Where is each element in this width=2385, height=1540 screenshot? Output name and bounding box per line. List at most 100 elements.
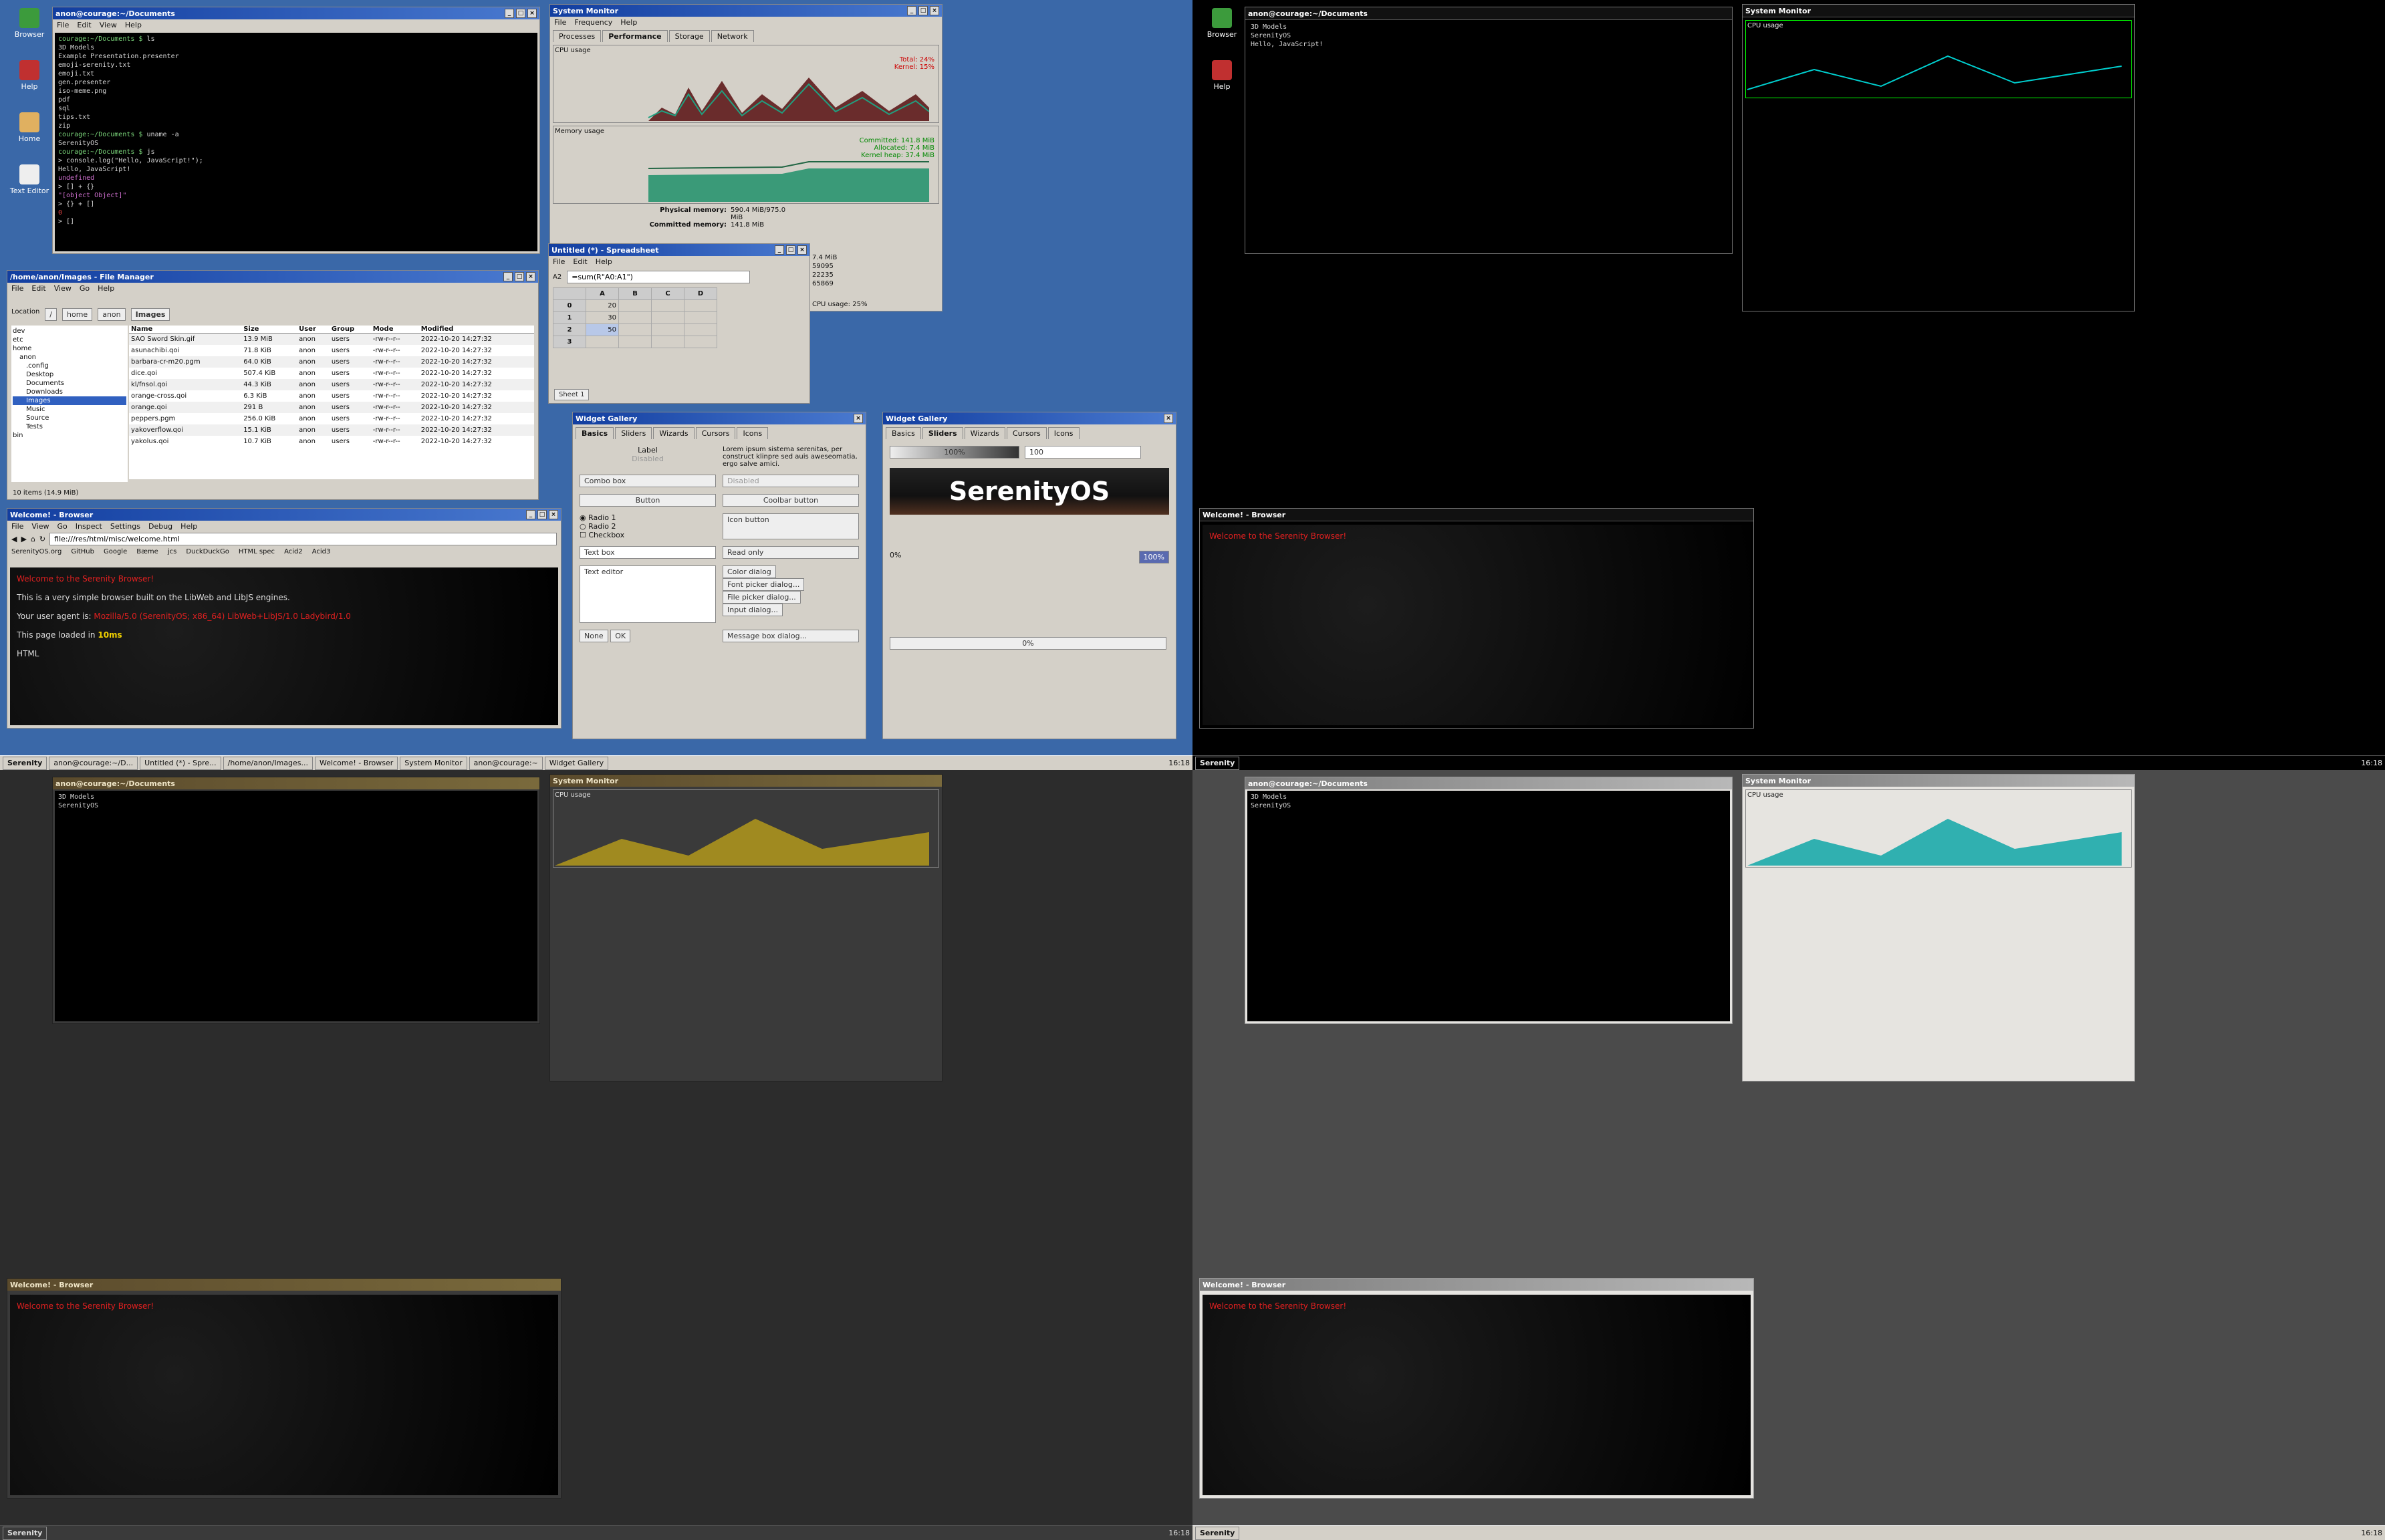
maximize-icon[interactable]: □: [918, 6, 928, 15]
file-list[interactable]: Name Size User Group Mode Modified SAO Sword …: [129, 326, 534, 479]
input-dialog-button[interactable]: Input dialog...: [723, 604, 783, 616]
radio-2[interactable]: ○ Radio 2: [580, 522, 716, 531]
formula-input[interactable]: =sum(R"A0:A1"): [567, 271, 751, 283]
web-page[interactable]: Welcome to the Serenity Browser!: [1203, 1295, 1751, 1495]
progress-bar: 100%: [890, 446, 1019, 459]
push-button[interactable]: Button: [580, 494, 716, 507]
file-picker-button[interactable]: File picker dialog...: [723, 591, 801, 604]
terminal-output[interactable]: 3D Models SerenityOS Hello, JavaScript!: [1247, 21, 1730, 251]
cpu-graph: CPU usage: [553, 789, 939, 868]
menu-help[interactable]: Help: [125, 21, 142, 29]
web-page[interactable]: Welcome to the Serenity Browser!: [1203, 525, 1751, 725]
file-row[interactable]: SAO Sword Skin.gif 13.9 MiB anon users -rw-r…: [129, 333, 534, 345]
terminal-output[interactable]: courage:~/Documents $ ls 3D Models Examp…: [55, 33, 537, 251]
bookmarks-bar: SerenityOS.org GitHub Google Bæme jcs DuckDuc…: [11, 548, 331, 555]
browser-window: Welcome! - Browser Welcome to the Sereni…: [1199, 508, 1754, 729]
menu-file[interactable]: File: [553, 257, 565, 266]
desktop-icon-browser[interactable]: Browser: [9, 8, 49, 39]
globe-icon: [1212, 8, 1232, 28]
formula-bar: A2 =sum(R"A0:A1"): [549, 267, 809, 285]
desktop-classic: Browser Help Home Text Editor anon@coura…: [0, 0, 1192, 770]
desktop-icon-home[interactable]: Home: [9, 112, 49, 143]
text-editor[interactable]: Text editor: [580, 565, 716, 623]
tab-processes[interactable]: Processes: [553, 30, 602, 42]
coolbar-button[interactable]: Coolbar button: [723, 494, 859, 507]
close-icon[interactable]: ×: [854, 414, 863, 423]
desktop-light: anon@courage:~/Documents 3D Models Sereni…: [1192, 770, 2385, 1540]
maximize-icon[interactable]: □: [516, 9, 525, 18]
menu-edit[interactable]: Edit: [573, 257, 587, 266]
spinbox[interactable]: 100: [1025, 446, 1141, 459]
msgbox-ok-select[interactable]: OK: [610, 630, 631, 642]
file-row[interactable]: dice.qoi 507.4 KiB anon users -rw-r--r-- 2022…: [129, 368, 534, 379]
menu-help[interactable]: Help: [620, 18, 637, 27]
combo-box[interactable]: Combo box: [580, 475, 716, 487]
start-button[interactable]: Serenity: [3, 756, 47, 770]
maximize-icon[interactable]: □: [537, 510, 547, 519]
terminal-titlebar[interactable]: anon@courage:~/Documents _ □ ×: [53, 7, 539, 19]
reload-icon[interactable]: ↻: [39, 535, 45, 543]
url-bar[interactable]: file:///res/html/misc/welcome.html: [49, 533, 557, 545]
menu-frequency[interactable]: Frequency: [574, 18, 612, 27]
menu-help[interactable]: Help: [596, 257, 612, 266]
location-bar: Location / home anon Images: [7, 293, 538, 324]
desktop-icon-text-editor[interactable]: Text Editor: [9, 164, 49, 195]
radio-1[interactable]: ◉ Radio 1: [580, 513, 716, 522]
menu-edit[interactable]: Edit: [77, 21, 91, 29]
close-icon[interactable]: ×: [527, 9, 537, 18]
sheet-tab[interactable]: Sheet 1: [554, 389, 590, 400]
web-page[interactable]: Welcome to the Serenity Browser! This is…: [10, 567, 558, 725]
terminal-window: anon@courage:~/Documents 3D Models Sereni…: [52, 777, 540, 1024]
icon-button[interactable]: Icon button: [723, 513, 859, 539]
spreadsheet-grid[interactable]: ABCD 0 20 1 30 2 50 3: [553, 287, 717, 348]
tab-performance[interactable]: Performance: [602, 30, 668, 42]
desktop-icon-help[interactable]: Help: [1202, 60, 1242, 91]
text-box[interactable]: Text box: [580, 546, 716, 559]
home-icon[interactable]: ⌂: [31, 535, 35, 543]
checkbox[interactable]: ☐ Checkbox: [580, 531, 716, 539]
terminal-output[interactable]: 3D Models SerenityOS: [55, 791, 537, 1021]
close-icon[interactable]: ×: [930, 6, 939, 15]
directory-tree[interactable]: dev etc home anon .config Desktop Documents D…: [11, 326, 128, 482]
menu-file[interactable]: File: [57, 21, 69, 29]
msgbox-type-select[interactable]: None: [580, 630, 608, 642]
message-box-button[interactable]: Message box dialog...: [723, 630, 859, 642]
maximize-icon[interactable]: □: [786, 245, 795, 255]
sysmon-statusbar: CPU usage: 25%: [812, 301, 868, 308]
file-row[interactable]: orange.qoi 291 Banon users -rw-r--r-- 2022-1…: [129, 402, 534, 413]
file-row[interactable]: orange-cross.qoi 6.3 KiB anon users -rw-r--r…: [129, 390, 534, 402]
color-dialog-button[interactable]: Color dialog: [723, 565, 776, 578]
web-page[interactable]: Welcome to the Serenity Browser!: [10, 1295, 558, 1495]
close-icon[interactable]: ×: [1164, 414, 1173, 423]
sysmon-titlebar[interactable]: System Monitor _ □ ×: [550, 5, 942, 17]
maximize-icon[interactable]: □: [515, 272, 524, 281]
menu-view[interactable]: View: [100, 21, 117, 29]
file-row[interactable]: barbara-cr-m20.pgm 64.0 KiB anon users -rw-r…: [129, 356, 534, 368]
tab-storage[interactable]: Storage: [668, 30, 710, 42]
minimize-icon[interactable]: _: [526, 510, 535, 519]
minimize-icon[interactable]: _: [775, 245, 784, 255]
file-row[interactable]: yakolus.qoi 10.7 KiB anon users -rw-r--r-- 20…: [129, 436, 534, 447]
minimize-icon[interactable]: _: [907, 6, 916, 15]
file-row[interactable]: peppers.pgm 256.0 KiB anon users -rw-r--r-- 2…: [129, 413, 534, 424]
terminal-output[interactable]: 3D Models SerenityOS: [1247, 791, 1730, 1021]
file-row[interactable]: yakoverflow.qoi 15.1 KiB anon users -rw-r--r…: [129, 424, 534, 436]
desktop-icon-help[interactable]: Help: [9, 60, 49, 91]
close-icon[interactable]: ×: [526, 272, 535, 281]
file-row[interactable]: kl/fnsol.qoi 44.3 KiB anon users -rw-r--r-- 2…: [129, 379, 534, 390]
tab-network[interactable]: Network: [711, 30, 754, 42]
help-book-icon: [1212, 60, 1232, 80]
desktop-icon-browser[interactable]: Browser: [1202, 8, 1242, 39]
widget-gallery-basics: Widget Gallery × Basics Sliders Wizards Curs…: [572, 412, 866, 739]
terminal-window: anon@courage:~/Documents _ □ × File Edit View…: [52, 7, 540, 254]
file-row[interactable]: asunachibi.qoi 71.8 KiB anon users -rw-r--r-…: [129, 345, 534, 356]
close-icon[interactable]: ×: [797, 245, 807, 255]
taskbar: Serenity 16:18: [0, 1525, 1192, 1540]
menu-file[interactable]: File: [554, 18, 566, 27]
back-icon[interactable]: ◀: [11, 535, 17, 543]
close-icon[interactable]: ×: [549, 510, 558, 519]
minimize-icon[interactable]: _: [503, 272, 513, 281]
font-picker-button[interactable]: Font picker dialog...: [723, 578, 805, 591]
forward-icon[interactable]: ▶: [21, 535, 26, 543]
minimize-icon[interactable]: _: [505, 9, 514, 18]
